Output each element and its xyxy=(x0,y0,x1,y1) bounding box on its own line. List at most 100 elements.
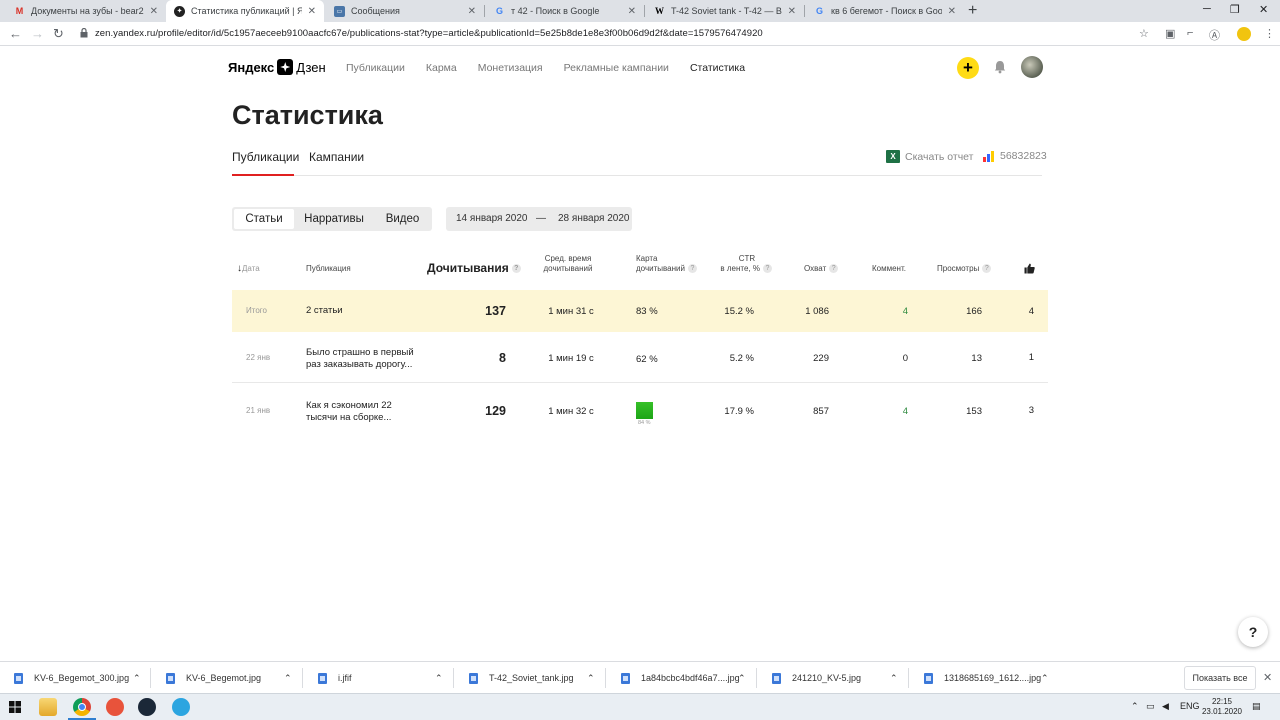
profile-avatar[interactable] xyxy=(1237,27,1251,41)
tab-gmail[interactable]: M Документы на зубы - bear2cw@ ✕ xyxy=(6,0,166,22)
zen-logo[interactable]: Яндекс Дзен xyxy=(228,59,326,75)
reload-icon[interactable]: ↻ xyxy=(53,26,64,42)
chrome-icon[interactable] xyxy=(73,698,91,716)
menu-icon[interactable]: ⋮ xyxy=(1264,27,1275,40)
url-field[interactable]: zen.yandex.ru/profile/editor/id/5c1957ae… xyxy=(95,28,763,39)
steam-icon[interactable] xyxy=(138,698,156,716)
download-item[interactable]: i.jfif xyxy=(318,662,352,694)
thumbs-up-icon[interactable] xyxy=(1024,263,1035,274)
row-title-link[interactable]: Как я сэкономил 22 тысячи на сборке... xyxy=(306,400,392,423)
tab-close-icon[interactable]: ✕ xyxy=(628,6,636,17)
back-icon[interactable]: ← xyxy=(9,26,22,41)
col-reads[interactable]: Дочитывания? xyxy=(427,262,521,274)
nav-statistics[interactable]: Статистика xyxy=(690,62,745,74)
chevron-up-icon[interactable]: ⌃ xyxy=(738,662,746,694)
download-item[interactable]: T-42_Soviet_tank.jpg xyxy=(469,662,574,694)
extension-icon[interactable]: Ⓐ xyxy=(1209,27,1220,43)
help-icon[interactable]: ? xyxy=(763,264,772,274)
nav-monetization[interactable]: Монетизация xyxy=(478,62,543,74)
tab-google-kv6[interactable]: G кв 6 бегемот - Поиск в Google ✕ xyxy=(806,0,964,22)
tab-close-icon[interactable]: ✕ xyxy=(308,6,316,17)
tray-lang[interactable]: ENG xyxy=(1180,701,1200,711)
forward-icon[interactable]: → xyxy=(31,26,44,41)
extension-icon[interactable]: ▣ xyxy=(1165,27,1175,40)
date-range-picker[interactable]: 14 января 2020 — 28 января 2020 xyxy=(446,207,632,231)
chevron-up-icon[interactable]: ⌃ xyxy=(284,662,292,694)
tab-close-icon[interactable]: ✕ xyxy=(150,6,158,17)
close-downloads-icon[interactable]: ✕ xyxy=(1263,671,1272,684)
bookmark-star-icon[interactable]: ☆ xyxy=(1139,27,1149,40)
help-icon[interactable]: ? xyxy=(829,264,839,274)
download-item[interactable]: 1a84bcbc4bdf46a7....jpg xyxy=(621,662,740,694)
table-row[interactable]: 21 янв Как я сэкономил 22 тысячи на сбор… xyxy=(232,384,1048,434)
col-avg-time[interactable]: Сред. время дочитываний xyxy=(538,254,598,274)
col-comments[interactable]: Коммент. xyxy=(872,264,906,274)
table-row[interactable]: 22 янв Было страшно в первый раз заказыв… xyxy=(232,336,1048,383)
tray-chevron-up-icon[interactable]: ⌃ xyxy=(1131,701,1139,712)
row-likes: 1 xyxy=(1028,352,1034,363)
total-read-map: 83 % xyxy=(636,306,658,317)
new-tab-button[interactable]: + xyxy=(968,2,977,20)
metrika-link[interactable]: 56832823 xyxy=(983,150,1047,162)
maximize-icon[interactable]: ❐ xyxy=(1230,3,1240,16)
bell-icon[interactable] xyxy=(993,60,1007,74)
tab-wikipedia[interactable]: W T-42 Soviet tank - T-42 — Вики ✕ xyxy=(646,0,804,22)
read-map-thumbnail[interactable] xyxy=(636,402,653,419)
help-icon[interactable]: ? xyxy=(687,264,697,274)
app-icon[interactable] xyxy=(106,698,124,716)
chevron-up-icon[interactable]: ⌃ xyxy=(890,662,898,694)
chevron-up-icon[interactable]: ⌃ xyxy=(133,662,141,694)
vk-messages-icon: ▭ xyxy=(334,5,345,17)
tray-network-icon[interactable]: ▭ xyxy=(1146,701,1155,712)
chevron-up-icon[interactable]: ⌃ xyxy=(435,662,443,694)
tab-google-t42[interactable]: G т 42 - Поиск в Google ✕ xyxy=(486,0,644,22)
nav-karma[interactable]: Карма xyxy=(426,62,457,74)
divider xyxy=(605,668,606,688)
chevron-up-icon[interactable]: ⌃ xyxy=(1041,662,1049,694)
image-file-icon xyxy=(166,672,175,684)
row-read-map: 84 % xyxy=(638,420,651,426)
segment-video[interactable]: Видео xyxy=(375,209,430,229)
segment-narratives[interactable]: Нарративы xyxy=(298,209,370,229)
minimize-icon[interactable]: ─ xyxy=(1203,3,1211,15)
segment-articles[interactable]: Статьи xyxy=(234,209,294,229)
windows-start-icon[interactable] xyxy=(6,698,24,716)
clock[interactable]: 22:15 23.01.2020 xyxy=(1200,697,1244,717)
download-item[interactable]: KV-6_Begemot.jpg xyxy=(166,662,261,694)
create-button[interactable]: + xyxy=(957,57,979,79)
col-read-map[interactable]: Карта дочитываний? xyxy=(636,254,697,274)
tab-close-icon[interactable]: ✕ xyxy=(788,6,796,17)
window-close-icon[interactable]: ✕ xyxy=(1259,3,1268,16)
chevron-up-icon[interactable]: ⌃ xyxy=(587,662,595,694)
download-report-link[interactable]: X Скачать отчет xyxy=(886,150,973,163)
help-icon[interactable]: ? xyxy=(511,264,521,274)
tab-campaigns[interactable]: Кампании xyxy=(309,150,364,176)
tab-vk-messages[interactable]: ▭ Сообщения ✕ xyxy=(326,0,484,22)
help-button[interactable]: ? xyxy=(1238,617,1268,647)
col-date[interactable]: ↓Дата xyxy=(237,264,260,274)
tray-volume-icon[interactable]: ◀ xyxy=(1162,701,1169,712)
nav-publications[interactable]: Публикации xyxy=(346,62,405,74)
download-item[interactable]: 1318685169_1612....jpg xyxy=(924,662,1041,694)
tab-publications[interactable]: Публикации xyxy=(232,150,299,176)
tab-separator xyxy=(804,5,805,17)
downloads-bar: KV-6_Begemot_300.jpg ⌃ KV-6_Begemot.jpg … xyxy=(0,661,1280,693)
nav-ad-campaigns[interactable]: Рекламные кампании xyxy=(564,62,669,74)
show-all-downloads-button[interactable]: Показать все xyxy=(1184,666,1256,690)
notification-icon[interactable]: ▤ xyxy=(1252,701,1261,712)
extension-icon[interactable]: ⌐ xyxy=(1187,27,1193,39)
tab-close-icon[interactable]: ✕ xyxy=(468,6,476,17)
col-reach[interactable]: Охват? xyxy=(804,264,839,274)
help-icon[interactable]: ? xyxy=(982,264,992,274)
download-item[interactable]: KV-6_Begemot_300.jpg xyxy=(14,662,129,694)
telegram-icon[interactable] xyxy=(172,698,190,716)
total-reads: 137 xyxy=(485,304,506,318)
col-views[interactable]: Просмотры? xyxy=(937,264,992,274)
file-explorer-icon[interactable] xyxy=(39,698,57,716)
user-avatar[interactable] xyxy=(1021,56,1043,78)
col-ctr[interactable]: CTR в ленте, %? xyxy=(712,254,772,274)
row-title-link[interactable]: Было страшно в первый раз заказывать дор… xyxy=(306,347,414,370)
tab-zen-statistics[interactable]: ✦ Статистика публикаций | Яндекс ✕ xyxy=(166,0,324,22)
download-item[interactable]: 241210_KV-5.jpg xyxy=(772,662,861,694)
tab-close-icon[interactable]: ✕ xyxy=(948,6,956,17)
